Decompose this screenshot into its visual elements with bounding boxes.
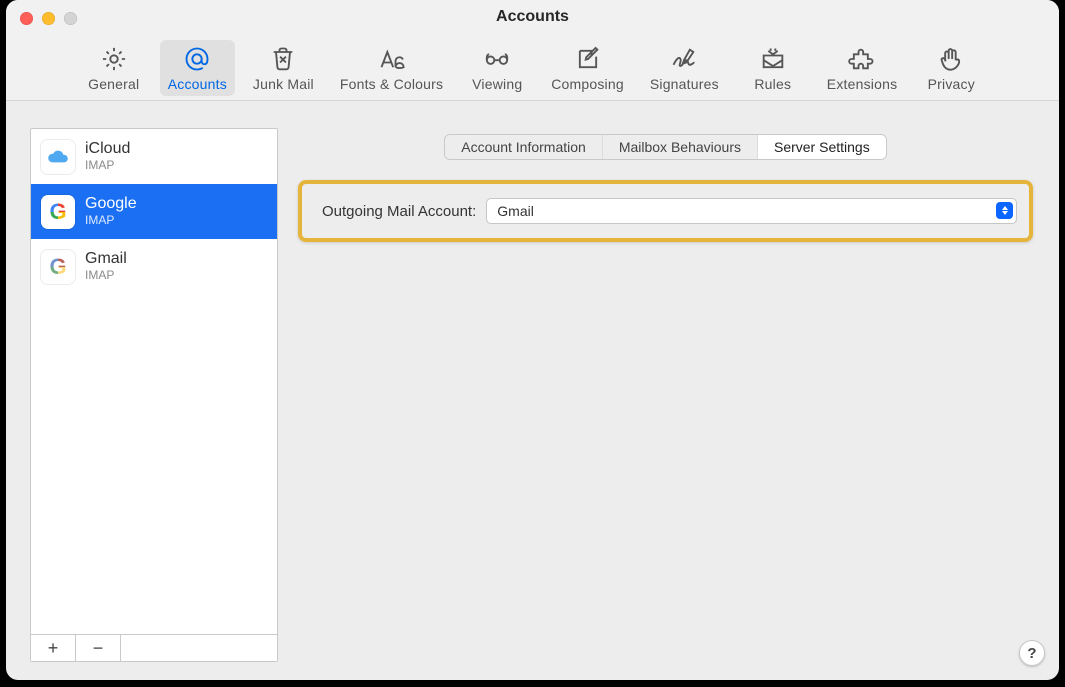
compose-icon (573, 44, 603, 74)
toolbar-rules[interactable]: Rules (737, 40, 809, 96)
content-area: iCloud IMAP G Google IMAP G Gmail IMAP (6, 100, 1059, 680)
account-proto: IMAP (85, 159, 130, 173)
remove-account-button[interactable]: − (76, 635, 121, 661)
google-icon: G (41, 195, 75, 229)
preferences-window: Accounts General Accounts Junk Mail (6, 0, 1059, 680)
toolbar-extensions[interactable]: Extensions (819, 40, 905, 96)
account-row-google[interactable]: G Google IMAP (31, 184, 277, 239)
icloud-icon (41, 140, 75, 174)
account-name: Google (85, 195, 137, 213)
glasses-icon (482, 44, 512, 74)
account-name: Gmail (85, 250, 127, 268)
toolbar-accounts[interactable]: Accounts (160, 40, 235, 96)
toolbar-label: General (88, 76, 139, 92)
account-row-gmail[interactable]: G Gmail IMAP (31, 239, 277, 294)
prefs-toolbar: General Accounts Junk Mail Fonts & Colou… (6, 40, 1059, 96)
puzzle-icon (847, 44, 877, 74)
tab-mailbox-behaviours[interactable]: Mailbox Behaviours (603, 135, 758, 159)
toolbar-label: Viewing (472, 76, 522, 92)
toolbar-fonts[interactable]: Fonts & Colours (332, 40, 451, 96)
toolbar-label: Fonts & Colours (340, 76, 443, 92)
tabs-container: Account Information Mailbox Behaviours S… (290, 134, 1041, 160)
toolbar-junk-mail[interactable]: Junk Mail (245, 40, 322, 96)
tab-account-information[interactable]: Account Information (445, 135, 603, 159)
toolbar-label: Extensions (827, 76, 897, 92)
toolbar-viewing[interactable]: Viewing (461, 40, 533, 96)
toolbar-label: Accounts (168, 76, 227, 92)
toolbar-privacy[interactable]: Privacy (915, 40, 987, 96)
titlebar: Accounts General Accounts Junk Mail (6, 0, 1059, 101)
account-proto: IMAP (85, 269, 127, 283)
account-proto: IMAP (85, 214, 137, 228)
accounts-sidebar: iCloud IMAP G Google IMAP G Gmail IMAP (30, 128, 278, 662)
add-account-button[interactable]: + (31, 635, 76, 661)
outgoing-mail-popup[interactable]: Gmail (486, 198, 1017, 224)
rules-icon (758, 44, 788, 74)
account-row-icloud[interactable]: iCloud IMAP (31, 129, 277, 184)
account-name: iCloud (85, 140, 130, 158)
accounts-scroll: iCloud IMAP G Google IMAP G Gmail IMAP (31, 129, 277, 634)
toolbar-label: Junk Mail (253, 76, 314, 92)
toolbar-label: Rules (754, 76, 791, 92)
toolbar-general[interactable]: General (78, 40, 150, 96)
account-tabs: Account Information Mailbox Behaviours S… (444, 134, 886, 160)
fonts-icon (377, 44, 407, 74)
window-title: Accounts (6, 8, 1059, 26)
toolbar-composing[interactable]: Composing (543, 40, 632, 96)
accounts-footer: + − (31, 634, 277, 661)
popup-arrows-icon (996, 202, 1013, 219)
toolbar-signatures[interactable]: Signatures (642, 40, 727, 96)
at-sign-icon (182, 44, 212, 74)
gmail-icon: G (41, 250, 75, 284)
toolbar-label: Signatures (650, 76, 719, 92)
account-detail-pane: Account Information Mailbox Behaviours S… (290, 128, 1041, 662)
hand-icon (936, 44, 966, 74)
outgoing-mail-label: Outgoing Mail Account: (322, 203, 476, 220)
toolbar-label: Composing (551, 76, 624, 92)
footer-spacer (121, 635, 277, 661)
help-button[interactable]: ? (1019, 640, 1045, 666)
gear-icon (99, 44, 129, 74)
outgoing-mail-highlight: Outgoing Mail Account: Gmail (298, 180, 1033, 242)
toolbar-label: Privacy (928, 76, 975, 92)
signature-icon (669, 44, 699, 74)
trash-icon (268, 44, 298, 74)
tab-server-settings[interactable]: Server Settings (758, 135, 886, 159)
outgoing-mail-value: Gmail (497, 203, 534, 219)
